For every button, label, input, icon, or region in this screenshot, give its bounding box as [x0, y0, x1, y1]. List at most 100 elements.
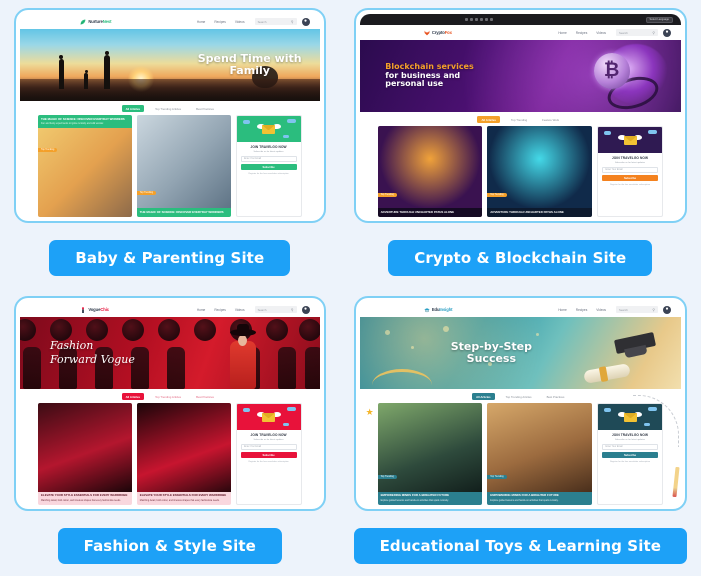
site-preview-frame-fashion-style[interactable]: VogueChic Home Recipes Videos Search ⚲ ● [14, 296, 326, 511]
account-icon[interactable]: ● [301, 17, 310, 26]
newsletter-heading: JOIN TRAVELGO NOW [611, 156, 649, 161]
article-title: EMPOWERING MINDS FOR A BRIGHTER FUTURE [490, 493, 559, 498]
tab-top-trending[interactable]: Top Trending [507, 116, 531, 123]
nav-links: Home Recipes Videos [558, 308, 606, 312]
newsletter-email-input[interactable]: Enter Your Email [240, 443, 297, 450]
newsletter-body: JOIN TRAVELGO NOW Subscribe us for lates… [598, 153, 662, 190]
account-icon[interactable]: ● [301, 305, 310, 314]
site-preview-frame-educational-toys[interactable]: EduInsight Home Recipes Videos Search ⚲ … [353, 296, 687, 511]
nav-link-recipes[interactable]: Recipes [576, 31, 588, 35]
search-icon[interactable]: ⚲ [652, 31, 655, 35]
hero-title: Fashion Forward Vogue [50, 339, 135, 368]
tab-all-articles[interactable]: All Articles [121, 105, 145, 113]
article-card[interactable]: ELEVATE YOUR STYLE ESSENTIALS FOR EVERY … [136, 403, 231, 505]
newsletter-heading: JOIN TRAVELGO NOW [250, 145, 287, 150]
article-card[interactable]: ELEVATE YOUR STYLE ESSENTIALS FOR EVERY … [38, 403, 132, 505]
cta-baby-parenting-site[interactable]: Baby & Parenting Site [49, 240, 291, 276]
article-list: Top Trending EMPOWERING MINDS FOR A BRIG… [377, 403, 592, 505]
newsletter-subscribe-button[interactable]: Subscribe [240, 164, 297, 171]
nav-link-videos[interactable]: Videos [235, 20, 245, 24]
nav-link-videos[interactable]: Videos [596, 308, 606, 312]
search-input[interactable]: Search ⚲ [616, 29, 658, 36]
search-input[interactable]: Search ⚲ [254, 18, 297, 25]
newsletter-subheading: Subscribe us for latest updates [253, 150, 284, 153]
search-input[interactable]: Search ⚲ [254, 306, 297, 313]
search-input[interactable]: Search ⚲ [616, 306, 658, 313]
site-logo[interactable]: CryptoFox [424, 30, 452, 36]
search-icon[interactable]: ⚲ [291, 308, 294, 312]
hero-title: Spend Time with Family [198, 52, 302, 78]
site-nav-bar: EduInsight Home Recipes Videos Search ⚲ … [359, 302, 681, 317]
search-icon[interactable]: ⚲ [652, 308, 655, 312]
leaf-icon [80, 19, 86, 25]
tab-best-practices[interactable]: Best Practices [543, 393, 569, 400]
account-icon[interactable]: ● [663, 28, 671, 37]
hero-model [226, 324, 260, 389]
newsletter-banner [598, 127, 662, 154]
tab-top-trending[interactable]: Top Trending Articles [151, 105, 185, 112]
tab-all-articles[interactable]: All Articles [121, 393, 145, 401]
article-title: EMPOWERING MINDS FOR A BRIGHTER FUTURE [380, 493, 450, 498]
newsletter-email-input[interactable]: Enter Your Email [602, 166, 658, 173]
newsletter-banner [236, 116, 301, 143]
article-card[interactable]: Top Trending EMPOWERING MINDS FOR A BRIG… [487, 403, 592, 505]
article-card[interactable]: Top Trending ADVENTURE THROUGH UNCHARTED… [487, 126, 592, 217]
article-photo [136, 403, 231, 492]
tab-all-articles[interactable]: All Articles [477, 116, 500, 124]
nav-link-recipes[interactable]: Recipes [214, 20, 226, 24]
language-selector[interactable]: Select Language [645, 16, 673, 23]
search-placeholder: Search [257, 19, 267, 24]
content-columns: THE MAGIC OF SCIENCE: DISCOVER EVERYDAY … [26, 115, 314, 217]
newsletter-email-input[interactable]: Enter Your Email [240, 155, 297, 162]
site-logo[interactable]: VogueChic [80, 306, 109, 313]
nav-link-recipes[interactable]: Recipes [576, 308, 588, 312]
nav-link-recipes[interactable]: Recipes [214, 308, 226, 312]
newsletter-subscribe-button[interactable]: Subscribe [602, 452, 658, 459]
site-content-area: All Articles Top Trending Articles Best … [20, 389, 320, 505]
nav-link-videos[interactable]: Videos [235, 308, 245, 312]
newsletter-subscribe-button[interactable]: Subscribe [602, 175, 658, 182]
newsletter-subscribe-button[interactable]: Subscribe [240, 452, 297, 459]
showcase-cell-crypto-blockchain: Select Language CryptoFox Home Recipes V… [340, 0, 701, 288]
article-caption: EMPOWERING MINDS FOR A BRIGHTER FUTURE E… [487, 491, 592, 505]
showcase-cell-educational-toys: EduInsight Home Recipes Videos Search ⚲ … [340, 288, 701, 576]
site-logo[interactable]: NurtureNest [80, 19, 112, 25]
cta-fashion-style-site[interactable]: Fashion & Style Site [57, 528, 282, 564]
tab-best-practices[interactable]: Best Practices [192, 393, 218, 400]
search-icon[interactable]: ⚲ [291, 20, 294, 24]
logo-text-secondary: Nest [102, 19, 112, 24]
newsletter-body: JOIN TRAVELGO NOW Subscribe us for lates… [237, 142, 301, 179]
article-card[interactable]: THE MAGIC OF SCIENCE: DISCOVER EVERYDAY … [38, 115, 132, 217]
site-preview-frame-crypto-blockchain[interactable]: Select Language CryptoFox Home Recipes V… [353, 8, 687, 223]
article-card[interactable]: Top Trending ADVENTURE THROUGH UNCHARTED… [377, 126, 483, 217]
site-logo[interactable]: EduInsight [424, 307, 453, 313]
newsletter-footnote: Register for the free newsletter subscri… [609, 183, 651, 186]
article-tabs: All Articles Top Trending Feature Work [366, 116, 675, 124]
nav-link-home[interactable]: Home [558, 31, 567, 35]
nav-link-home[interactable]: Home [197, 308, 206, 312]
article-card[interactable]: Top Trending THE MAGIC OF SCIENCE: DISCO… [136, 115, 231, 217]
article-caption: THE MAGIC OF SCIENCE: DISCOVER EVERYDAY … [38, 115, 132, 129]
tab-best-practices[interactable]: Best Practices [192, 105, 218, 112]
newsletter-email-placeholder: Enter Your Email [244, 445, 262, 448]
newsletter-footnote: Register for the free newsletter subscri… [248, 172, 289, 175]
newsletter-subheading: Subscribe us for latest updates [614, 161, 646, 164]
browser-top-bar: Select Language [359, 14, 681, 25]
tab-top-trending[interactable]: Top Trending Articles [502, 393, 536, 400]
nav-link-home[interactable]: Home [197, 20, 206, 24]
article-tabs: All Articles Top Trending Articles Best … [366, 393, 675, 401]
hero-title: Blockchain services for business and per… [385, 62, 473, 90]
account-icon[interactable]: ● [663, 305, 671, 314]
nav-link-home[interactable]: Home [558, 308, 567, 312]
cta-crypto-blockchain-site[interactable]: Crypto & Blockchain Site [388, 240, 653, 276]
article-card[interactable]: Top Trending EMPOWERING MINDS FOR A BRIG… [377, 403, 483, 505]
newsletter-heading: JOIN TRAVELGO NOW [250, 433, 287, 438]
article-badge: Top Trending [38, 148, 58, 153]
article-badge: Top Trending [377, 475, 397, 479]
cta-educational-toys-site[interactable]: Educational Toys & Learning Site [353, 528, 687, 564]
tab-top-trending[interactable]: Top Trending Articles [151, 393, 185, 400]
tab-all-articles[interactable]: All Articles [472, 393, 495, 401]
site-preview-frame-baby-parenting[interactable]: NurtureNest Home Recipes Videos Search ⚲… [14, 8, 326, 223]
nav-link-videos[interactable]: Videos [596, 31, 606, 35]
tab-feature-work[interactable]: Feature Work [538, 116, 563, 123]
